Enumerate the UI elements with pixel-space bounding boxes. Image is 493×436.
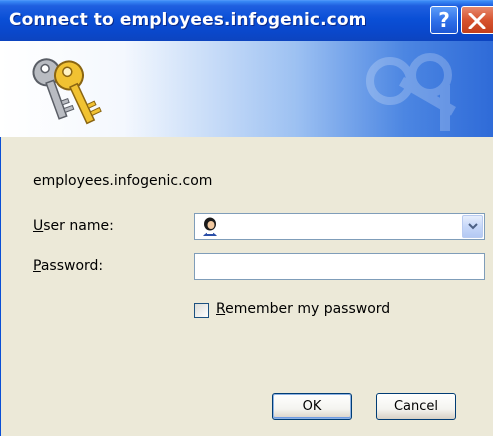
password-field[interactable] (194, 253, 485, 280)
username-combobox[interactable] (194, 213, 485, 240)
user-icon (203, 217, 217, 236)
close-button[interactable] (461, 6, 493, 34)
keys-icon (32, 58, 102, 125)
username-label-text: ser name: (43, 218, 114, 234)
remember-label-accel: R (216, 301, 226, 317)
title-bar[interactable]: Connect to employees.infogenic.com ? (0, 0, 493, 41)
dialog-banner (0, 41, 493, 137)
help-button[interactable]: ? (430, 6, 458, 34)
keys-watermark-icon (366, 53, 456, 131)
cancel-button[interactable]: Cancel (376, 393, 456, 420)
remember-password-label[interactable]: Remember my password (216, 301, 390, 317)
chevron-down-icon (468, 223, 478, 230)
dialog-body: employees.infogenic.com User name: Passw… (0, 137, 493, 436)
username-dropdown-button[interactable] (462, 215, 483, 238)
password-label-accel: P (33, 258, 41, 274)
remember-password-checkbox[interactable] (194, 303, 209, 318)
password-label: Password: (33, 258, 103, 274)
remember-label-text: emember my password (225, 301, 391, 317)
credentials-dialog: Connect to employees.infogenic.com ? emp… (0, 0, 493, 436)
host-label: employees.infogenic.com (33, 173, 213, 189)
username-label-accel: U (33, 218, 44, 234)
password-label-text: assword: (40, 258, 104, 274)
username-label: User name: (33, 218, 114, 234)
ok-button[interactable]: OK (272, 393, 352, 420)
window-title: Connect to employees.infogenic.com (9, 10, 367, 30)
close-icon (468, 13, 486, 29)
